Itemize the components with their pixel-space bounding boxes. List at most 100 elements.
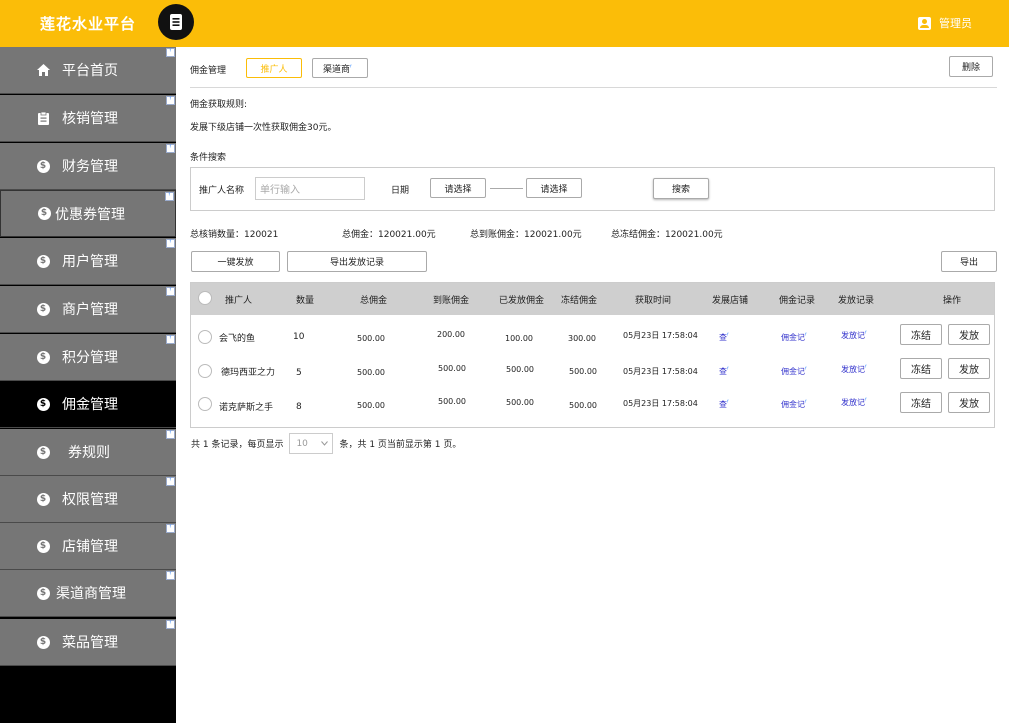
dollar-icon: $ [36, 492, 50, 506]
cell-total: 500.00 [357, 334, 385, 343]
col-header: 发放记录 [838, 296, 875, 306]
sidebar-item-label: 券规则 [68, 445, 110, 461]
total-arrived: 总到账佣金：120021.00元 [470, 230, 582, 240]
date-label: 日期 [391, 186, 410, 196]
cell-total: 500.00 [357, 368, 385, 377]
col-header: 发展店铺 [712, 296, 749, 306]
sidebar-item-merchants[interactable]: $ 商户管理 ᶠ [0, 286, 176, 333]
rules-text: 发展下级店铺一次性获取佣金30元。 [190, 123, 337, 133]
row-radio[interactable] [198, 397, 212, 411]
search-button[interactable]: 搜索 [653, 178, 709, 199]
cell-arrived: 200.00 [437, 330, 465, 339]
export-record-button[interactable]: 导出发放记录 [287, 251, 427, 272]
shop-link[interactable]: 查ᶠ [719, 366, 734, 377]
export-button[interactable]: 导出 [941, 251, 997, 272]
date-end-picker[interactable]: 请选择 [526, 178, 582, 198]
sidebar-item-label: 财务管理 [62, 159, 118, 175]
menu-toggle-button[interactable] [158, 4, 194, 40]
flag-icon: ᶠ [350, 63, 353, 72]
commission-record-link[interactable]: 佣金记ᶠ [781, 332, 812, 343]
sidebar-item-users[interactable]: $ 用户管理 ᶠ [0, 238, 176, 285]
top-bar: 莲花水业平台 管理员 [0, 0, 1009, 47]
pagination: 共 1 条记录，每页显示 10 条，共 1 页当前显示第 1 页。 [191, 433, 461, 454]
row-radio[interactable] [198, 330, 212, 344]
rules-title: 佣金获取规则: [190, 100, 248, 110]
col-header: 已发放佣金 [499, 296, 545, 306]
sidebar-item-label: 佣金管理 [62, 397, 118, 413]
select-all-radio[interactable] [198, 291, 212, 305]
total-frozen: 总冻结佣金：120021.00元 [611, 230, 723, 240]
sidebar-item-home[interactable]: 平台首页 ᶠ [0, 47, 176, 94]
dollar-icon: $ [36, 445, 50, 459]
sidebar-item-coupons[interactable]: $ 优惠券管理 ᶠ [0, 190, 176, 237]
col-header: 数量 [296, 296, 315, 306]
pay-button[interactable]: 发放 [948, 324, 990, 345]
sidebar: 平台首页 ᶠ 核销管理 ᶠ $ 财务管理 ᶠ $ 优惠券管理 ᶠ $ 用户管理 … [0, 47, 176, 723]
date-range-separator [490, 188, 523, 189]
sidebar-item-label: 积分管理 [62, 350, 118, 366]
clipboard-icon [36, 111, 50, 125]
tab-promoter[interactable]: 推广人 [246, 58, 302, 78]
dollar-icon: $ [37, 207, 51, 221]
cell-frozen: 500.00 [569, 401, 597, 410]
sidebar-item-label: 商户管理 [62, 302, 118, 318]
payout-record-link[interactable]: 发放记ᶠ [841, 397, 872, 408]
flag-icon: ᶠ [166, 620, 175, 629]
sidebar-item-label: 菜品管理 [62, 635, 118, 651]
sidebar-item-commission[interactable]: $ 佣金管理 [0, 381, 176, 428]
commission-record-link[interactable]: 佣金记ᶠ [781, 399, 812, 410]
dollar-icon: $ [36, 586, 50, 600]
sidebar-item-label: 权限管理 [62, 492, 118, 508]
flag-icon: ᶠ [166, 335, 175, 344]
payout-record-link[interactable]: 发放记ᶠ [841, 364, 872, 375]
sidebar-item-stores[interactable]: $ 店铺管理 ᶠ [0, 523, 176, 570]
col-header: 冻结佣金 [561, 296, 598, 306]
col-header: 到账佣金 [433, 296, 470, 306]
dollar-icon: $ [36, 254, 50, 268]
freeze-button[interactable]: 冻结 [900, 358, 942, 379]
list-icon [170, 14, 182, 30]
commission-record-link[interactable]: 佣金记ᶠ [781, 366, 812, 377]
pager-suffix: 条，共 1 页当前显示第 1 页。 [339, 440, 462, 450]
sidebar-item-permissions[interactable]: $ 权限管理 ᶠ [0, 476, 176, 523]
cell-time: 05月23日 17:58:04 [623, 367, 698, 376]
date-start-picker[interactable]: 请选择 [430, 178, 486, 198]
freeze-button[interactable]: 冻结 [900, 392, 942, 413]
one-click-pay-button[interactable]: 一键发放 [191, 251, 280, 272]
flag-icon: ᶠ [166, 430, 175, 439]
cell-name: 德玛西亚之力 [221, 368, 276, 378]
main-content: 佣金管理 推广人 渠道商 ᶠ 删除 佣金获取规则: 发展下级店铺一次性获取佣金30… [176, 47, 1009, 723]
pay-button[interactable]: 发放 [948, 392, 990, 413]
sidebar-item-points[interactable]: $ 积分管理 ᶠ [0, 334, 176, 381]
col-header: 佣金记录 [779, 296, 816, 306]
promoter-name-input[interactable]: 单行输入 [255, 177, 365, 200]
sidebar-item-dishes[interactable]: $ 菜品管理 ᶠ [0, 619, 176, 666]
pay-button[interactable]: 发放 [948, 358, 990, 379]
shop-link[interactable]: 查ᶠ [719, 399, 734, 410]
dollar-icon: $ [36, 302, 50, 316]
tab-channel[interactable]: 渠道商 ᶠ [312, 58, 368, 78]
sidebar-item-channels[interactable]: $ 渠道商管理 ᶠ [0, 570, 176, 617]
cell-qty: 10 [293, 332, 305, 342]
sidebar-item-finance[interactable]: $ 财务管理 ᶠ [0, 143, 176, 190]
pager-prefix: 共 1 条记录，每页显示 [191, 440, 284, 450]
shop-link[interactable]: 查ᶠ [719, 332, 734, 343]
col-header: 总佣金 [360, 296, 388, 306]
dollar-icon: $ [36, 539, 50, 553]
row-radio[interactable] [198, 364, 212, 378]
freeze-button[interactable]: 冻结 [900, 324, 942, 345]
flag-icon: ᶠ [166, 571, 175, 580]
page-size-select[interactable]: 10 [289, 433, 334, 454]
payout-record-link[interactable]: 发放记ᶠ [841, 330, 872, 341]
col-header: 获取时间 [635, 296, 672, 306]
sidebar-item-coupon-rules[interactable]: $ 券规则 ᶠ [0, 429, 176, 476]
cell-name: 诺克萨斯之手 [219, 403, 274, 413]
col-header: 操作 [943, 296, 962, 306]
sidebar-item-verification[interactable]: 核销管理 ᶠ [0, 95, 176, 142]
search-panel: 推广人名称 单行输入 日期 请选择 请选择 搜索 [190, 167, 995, 211]
delete-button[interactable]: 删除 [949, 56, 993, 77]
app-brand: 莲花水业平台 [40, 15, 137, 33]
commission-table: 推广人 数量 总佣金 到账佣金 已发放佣金 冻结佣金 获取时间 发展店铺 佣金记… [190, 282, 995, 428]
sidebar-item-label: 用户管理 [62, 254, 118, 270]
user-menu[interactable]: 管理员 [918, 15, 972, 31]
